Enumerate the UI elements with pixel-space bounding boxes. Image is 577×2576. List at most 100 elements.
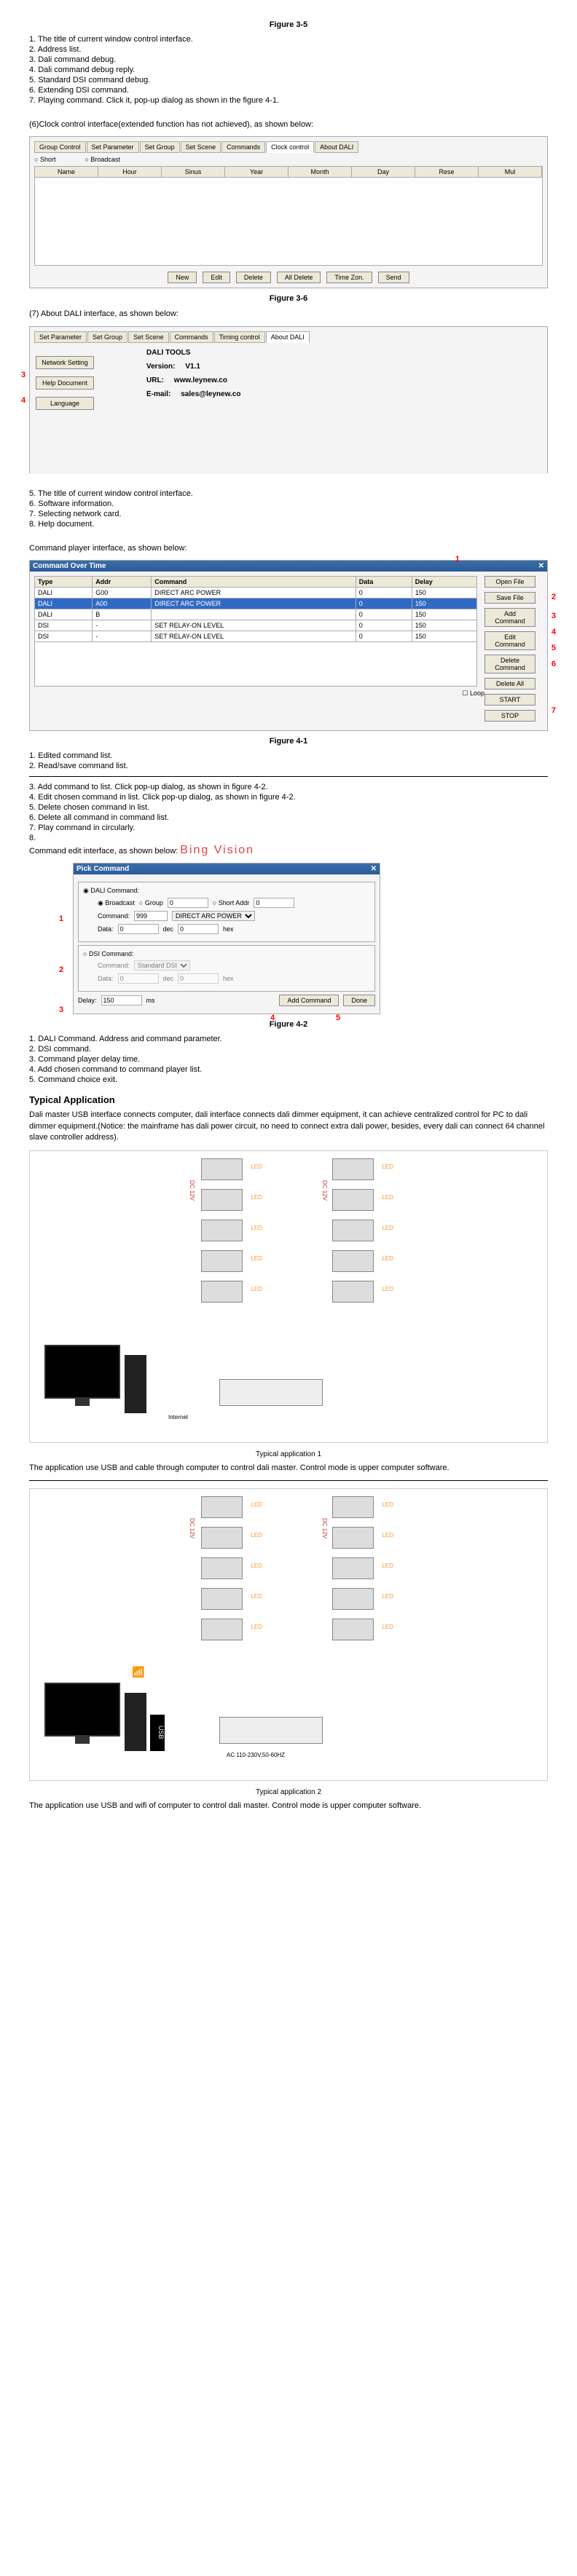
pc-tower-icon [125, 1355, 146, 1413]
tab[interactable]: About DALI [315, 141, 358, 153]
tab[interactable]: Set Scene [128, 331, 169, 343]
typical-para: Dali master USB interface connects compu… [29, 1110, 548, 1143]
done-button[interactable]: Done [343, 995, 375, 1006]
delete-command-button[interactable]: Delete Command [484, 655, 535, 673]
send-button[interactable]: Send [378, 272, 409, 283]
application-diagram-1: DC 12V DC 12V Internet [29, 1150, 548, 1443]
delete-button[interactable]: Delete [236, 272, 271, 283]
item: 1. The title of current window control i… [29, 35, 548, 44]
item: 4. Dali command debug reply. [29, 66, 548, 74]
item: 2. Address list. [29, 45, 548, 54]
tab[interactable]: Set Group [140, 141, 180, 153]
window-title: Command Over Time [33, 562, 106, 570]
figure-3-6-title: Figure 3-6 [29, 294, 548, 303]
application-diagram-2: DC 12V DC 12V 📶 USB AC 110-230V,50-60HZ [29, 1488, 548, 1781]
pick-command-screenshot: Pick Command ✕ ◉ DALI Command: ◉ Broadcas… [73, 863, 380, 1014]
data-dec-input[interactable] [118, 924, 159, 934]
add-command-button[interactable]: Add Command [484, 608, 535, 627]
loop-checkbox[interactable]: ☐ Loop [34, 690, 543, 698]
cmd-num-input[interactable] [134, 911, 168, 921]
dali-master-icon [219, 1717, 323, 1744]
wifi-icon: 📶 [132, 1666, 144, 1678]
radio-dali-command[interactable]: ◉ DALI Command: [83, 887, 139, 894]
item: 5. Standard DSI command debug. [29, 76, 548, 84]
help-document-button[interactable]: Help Document [36, 376, 94, 390]
radio-short[interactable]: ○ Short [34, 156, 55, 163]
desc-1: The application use USB and cable throug… [29, 1463, 548, 1474]
caption-2: Typical application 2 [29, 1788, 548, 1796]
tab-clock[interactable]: Clock control [266, 141, 314, 153]
item: 6. Software information. [29, 499, 548, 508]
tab[interactable]: Set Scene [181, 141, 221, 153]
radio-dsi-command[interactable]: ○ DSI Command: [83, 950, 133, 957]
network-setting-button[interactable]: Network Setting [36, 356, 94, 369]
command-table: TypeAddrCommandDataDelay DALIG00DIRECT A… [34, 576, 477, 642]
about-intro: (7) About DALI interface, as shown below… [29, 309, 548, 320]
tab[interactable]: Commands [170, 331, 213, 343]
item: 5. Command choice exit. [29, 1075, 548, 1084]
new-button[interactable]: New [168, 272, 197, 283]
about-dali-screenshot: Set Parameter Set Group Set Scene Comman… [29, 326, 548, 473]
dsi-dec-input [118, 973, 159, 984]
edit-command-button[interactable]: Edit Command [484, 631, 535, 650]
tab-about[interactable]: About DALI [266, 331, 310, 343]
all-delete-button[interactable]: All Delete [277, 272, 321, 283]
close-icon[interactable]: ✕ [538, 562, 544, 570]
tab[interactable]: Group Control [34, 141, 86, 153]
group-input[interactable] [168, 898, 208, 908]
item: 3. Command player delay time. [29, 1055, 548, 1064]
item: 3. Dali command debug. [29, 55, 548, 64]
grid-header: NameHourSinusYearMonthDayReseMul [34, 166, 543, 178]
open-file-button[interactable]: Open File [484, 576, 535, 588]
command-select[interactable]: DIRECT ARC POWER [172, 911, 255, 921]
delay-input[interactable] [101, 995, 142, 1005]
dsi-select: Standard DSI [134, 960, 190, 971]
caption-1: Typical application 1 [29, 1450, 548, 1458]
item: 7. Playing command. Click it, pop-up dia… [29, 96, 548, 105]
item: 6. Extending DSI command. [29, 86, 548, 95]
monitor-icon [44, 1345, 120, 1399]
item: 2. Read/save command list. [29, 762, 548, 770]
radio-broadcast[interactable]: ◉ Broadcast [98, 899, 135, 907]
timezone-button[interactable]: Time Zon. [326, 272, 372, 283]
tab[interactable]: Set Parameter [87, 141, 139, 153]
save-file-button[interactable]: Save File [484, 592, 535, 604]
dali-tools-title: DALI TOOLS [146, 349, 240, 357]
command-player-screenshot: Command Over Time ✕ Open File Save File A… [29, 560, 548, 731]
item: 8. Help document. [29, 520, 548, 529]
item: 4. Edit chosen command in list. Click po… [29, 793, 548, 802]
clock-intro: (6)Clock control interface(extended func… [29, 119, 548, 130]
table-row: DSI-SET RELAY-ON LEVEL0150 [35, 620, 477, 631]
pc-tower-icon [125, 1693, 146, 1751]
item: 1. DALI Command. Address and command par… [29, 1035, 548, 1043]
item: 7. Selecting network card. [29, 510, 548, 518]
tab[interactable]: Set Group [87, 331, 127, 343]
add-command-button[interactable]: Add Command [279, 995, 339, 1006]
monitor-icon [44, 1683, 120, 1737]
shortaddr-input[interactable] [254, 898, 294, 908]
radio-group[interactable]: ○ Group [139, 899, 163, 906]
ac-label: AC 110-230V,50-60HZ [227, 1752, 285, 1758]
radio-shortaddr[interactable]: ○ Short Addr [213, 899, 249, 906]
window-title: Pick Command [76, 865, 129, 873]
edit-button[interactable]: Edit [203, 272, 230, 283]
dali-master-icon [219, 1379, 323, 1406]
stop-button[interactable]: STOP [484, 710, 535, 722]
cmdplayer-intro: Command player interface, as shown below… [29, 543, 548, 554]
table-row: DALIB0150 [35, 609, 477, 620]
language-button[interactable]: Language [36, 397, 94, 410]
close-icon[interactable]: ✕ [371, 865, 377, 873]
tab[interactable]: Set Parameter [34, 331, 87, 343]
delete-all-button[interactable]: Delete All [484, 678, 535, 690]
item: 2. DSI command. [29, 1045, 548, 1054]
item: 1. Edited command list. [29, 751, 548, 760]
figure-4-1-title: Figure 4-1 [29, 737, 548, 746]
radio-broadcast[interactable]: ○ Broadcast [85, 156, 119, 163]
start-button[interactable]: START [484, 694, 535, 706]
typical-heading: Typical Application [29, 1094, 548, 1105]
tab[interactable]: Timing control [214, 331, 265, 343]
data-hex-input[interactable] [178, 924, 219, 934]
table-row: DSI-SET RELAY-ON LEVEL0150 [35, 631, 477, 642]
item: 5. Delete chosen command in list. [29, 803, 548, 812]
tab[interactable]: Commands [221, 141, 265, 153]
